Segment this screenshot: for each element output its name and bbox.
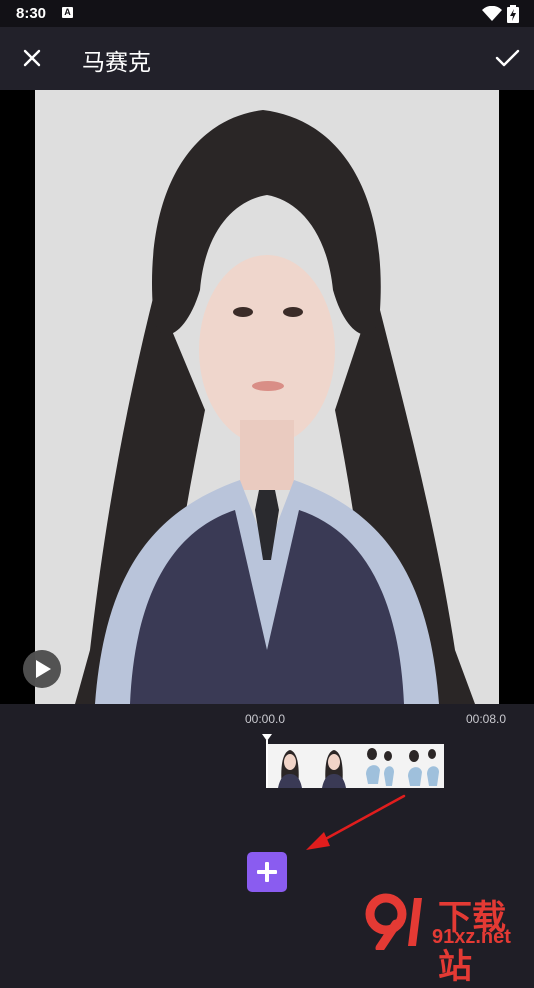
wifi-icon — [482, 6, 502, 21]
timeline-panel: 00:00.0 00:08.0 下载站 91xz.net — [0, 704, 534, 987]
status-time: 8:30 — [16, 5, 47, 22]
close-icon[interactable] — [18, 44, 46, 72]
clip-thumbnail — [356, 744, 400, 788]
annotation-arrow — [306, 794, 406, 850]
play-icon[interactable] — [23, 650, 61, 688]
preview-photo — [35, 90, 499, 704]
site-watermark: 下载站 91xz.net — [362, 890, 534, 987]
watermark-logo-icon — [365, 893, 422, 950]
top-toolbar: 马赛克 — [0, 27, 534, 90]
timeline-start-time: 00:00.0 — [245, 712, 286, 726]
watermark-domain-text: 91xz.net — [432, 926, 511, 948]
add-mosaic-button[interactable] — [247, 852, 287, 892]
clip-thumbnail — [400, 744, 444, 788]
video-preview — [0, 90, 534, 704]
video-clip-strip[interactable] — [268, 744, 444, 788]
notification-a-icon: A — [62, 7, 73, 18]
battery-icon — [507, 5, 519, 23]
page-title: 马赛克 — [82, 49, 151, 75]
timeline-end-time: 00:08.0 — [466, 712, 507, 726]
clip-thumbnail — [312, 744, 356, 788]
check-icon[interactable] — [492, 44, 522, 72]
clip-thumbnail — [268, 744, 312, 788]
status-bar: 8:30 A — [0, 0, 534, 27]
